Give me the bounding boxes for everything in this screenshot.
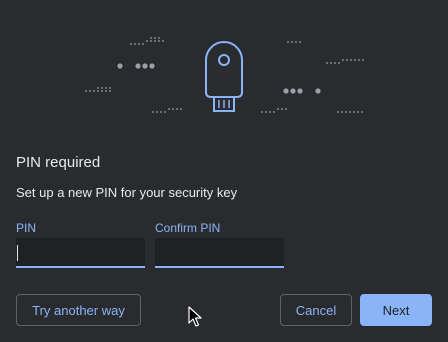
try-another-way-button[interactable]: Try another way <box>16 294 141 326</box>
security-key-pin-dialog: PIN required Set up a new PIN for your s… <box>0 0 448 342</box>
cancel-button[interactable]: Cancel <box>280 294 352 326</box>
dialog-title: PIN required <box>16 154 101 171</box>
text-caret <box>17 245 18 261</box>
confirm-pin-input[interactable] <box>155 238 284 268</box>
confirm-pin-label: Confirm PIN <box>155 221 221 235</box>
mouse-pointer-icon <box>188 306 202 327</box>
security-key-illustration <box>85 37 364 113</box>
decorative-dots-top-left <box>130 37 164 45</box>
next-button[interactable]: Next <box>360 294 432 326</box>
pin-input[interactable] <box>16 238 145 268</box>
dialog-subtitle: Set up a new PIN for your security key <box>16 185 238 200</box>
security-key-icon <box>205 41 243 112</box>
pin-label: PIN <box>16 221 37 235</box>
